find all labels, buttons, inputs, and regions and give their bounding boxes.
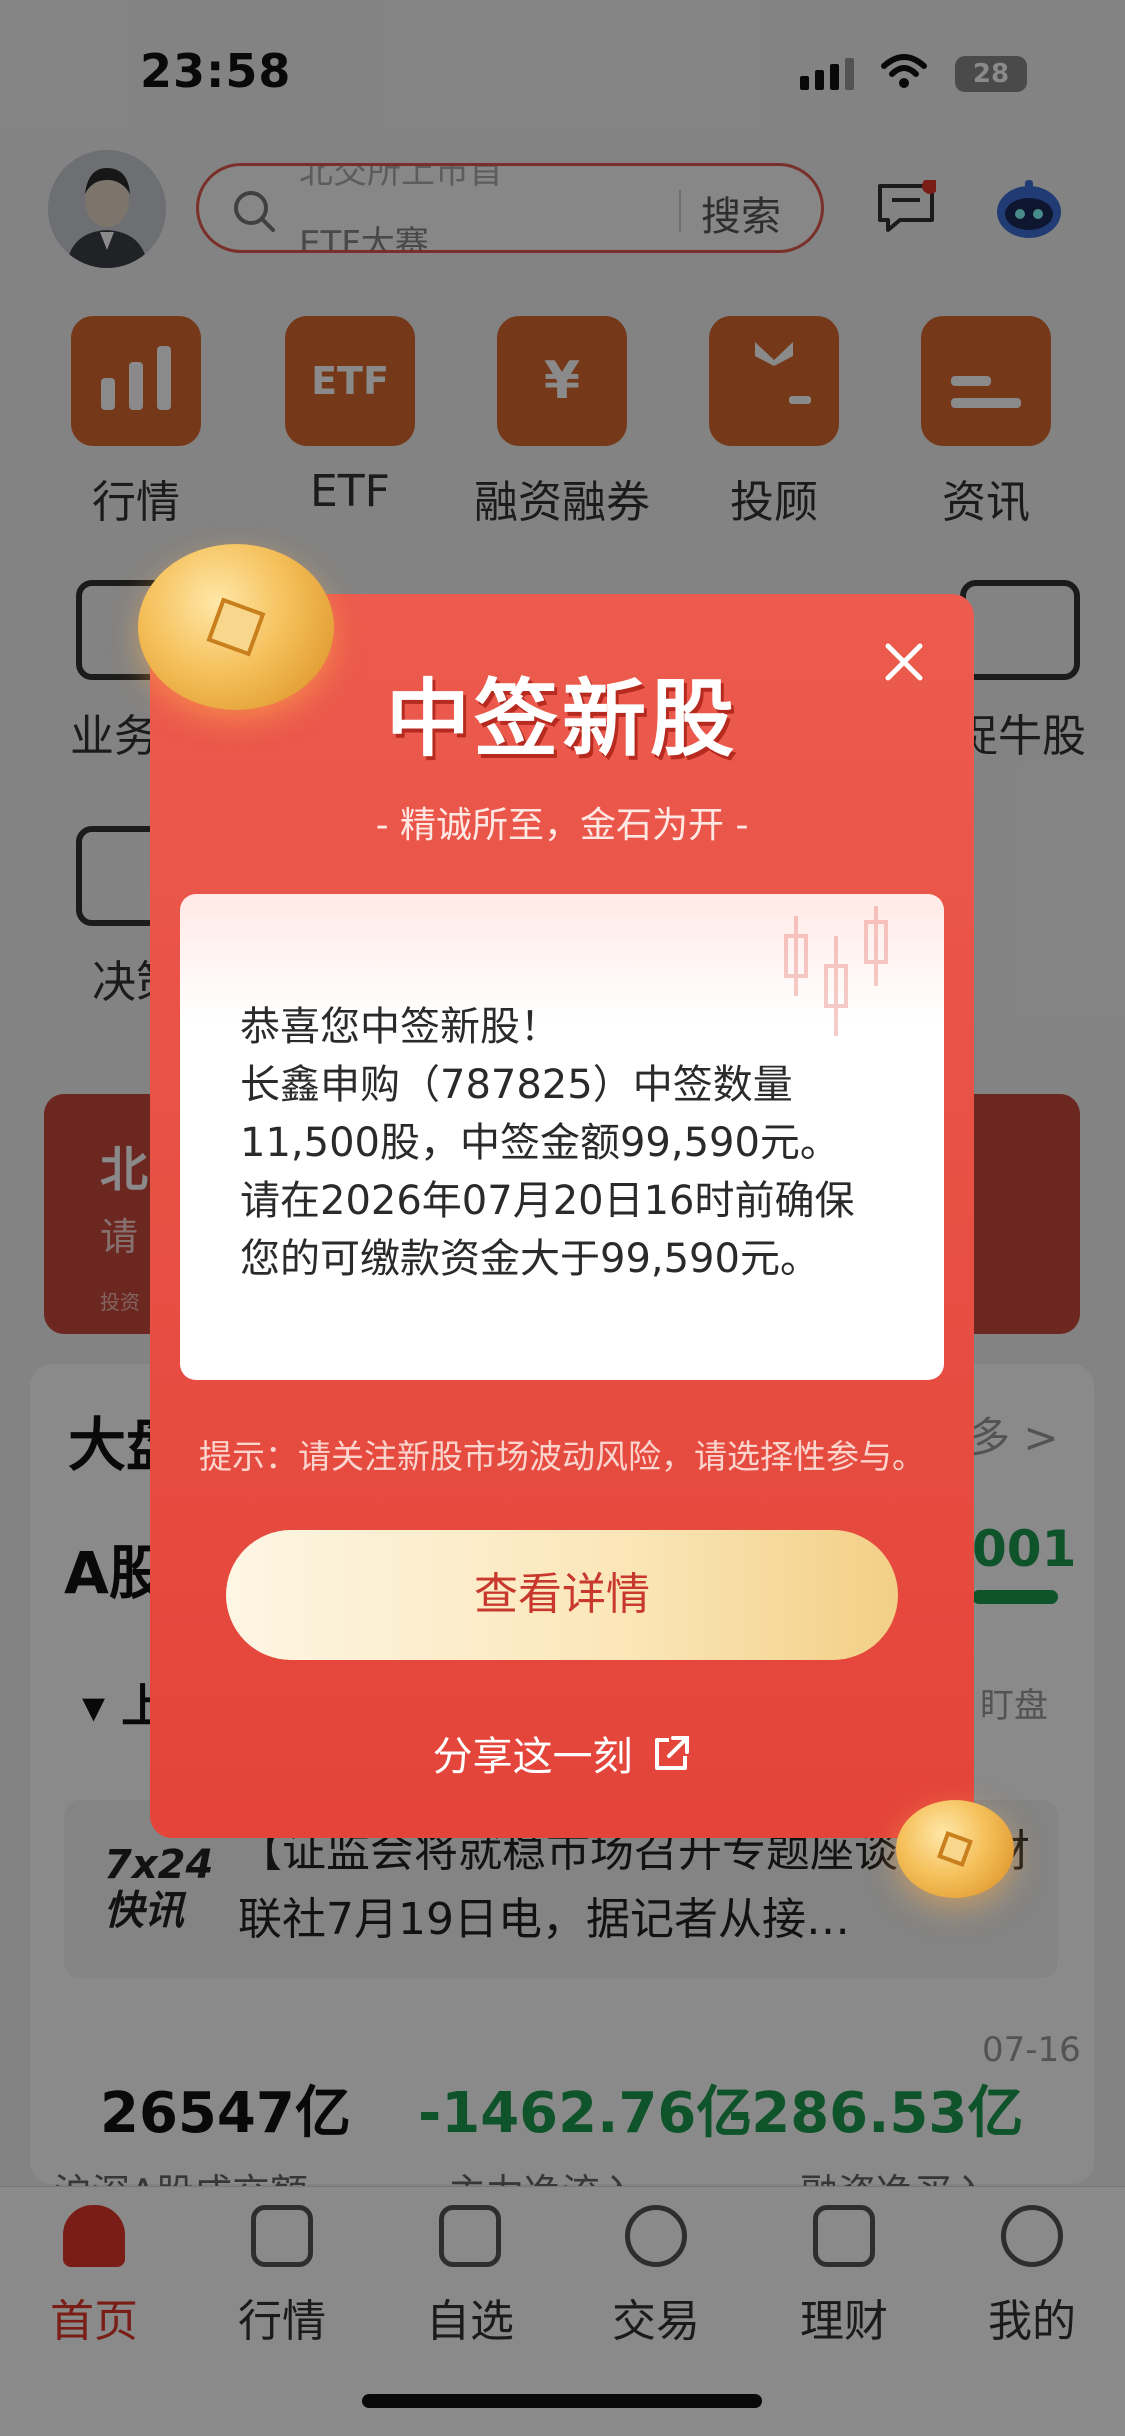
modal-message-box: 恭喜您中签新股！ 长鑫申购（787825）中签数量 11,500股，中签金额99… [180,894,944,1380]
modal-subtitle: - 精诚所至，金石为开 - [375,805,749,846]
message-line: 恭喜您中签新股！ [240,1004,560,1050]
view-details-button[interactable]: 查看详情 [226,1530,898,1660]
gold-coin-icon [896,1800,1014,1898]
gold-coin-icon [138,544,334,710]
share-external-icon [655,1736,690,1770]
share-moment-link[interactable]: 分享这一刻 [150,1724,974,1782]
share-label: 分享这一刻 [432,1734,633,1780]
message-line: 您的可缴款资金大于99,590元。 [240,1236,820,1282]
message-line: 长鑫申购（787825）中签数量 [240,1062,793,1108]
ipo-win-modal: 中签新股 - 精诚所至，金石为开 - 恭喜您中签新股！ 长鑫申购（787825）… [150,594,974,1838]
candlestick-decoration-icon [784,906,888,1036]
message-line: 11,500股，中签金额99,590元。 [240,1120,840,1166]
close-icon[interactable] [880,638,928,686]
risk-tip: 提示：请关注新股市场波动风险，请选择性参与。 [199,1437,925,1476]
message-line: 请在2026年07月20日16时前确保 [240,1178,855,1224]
